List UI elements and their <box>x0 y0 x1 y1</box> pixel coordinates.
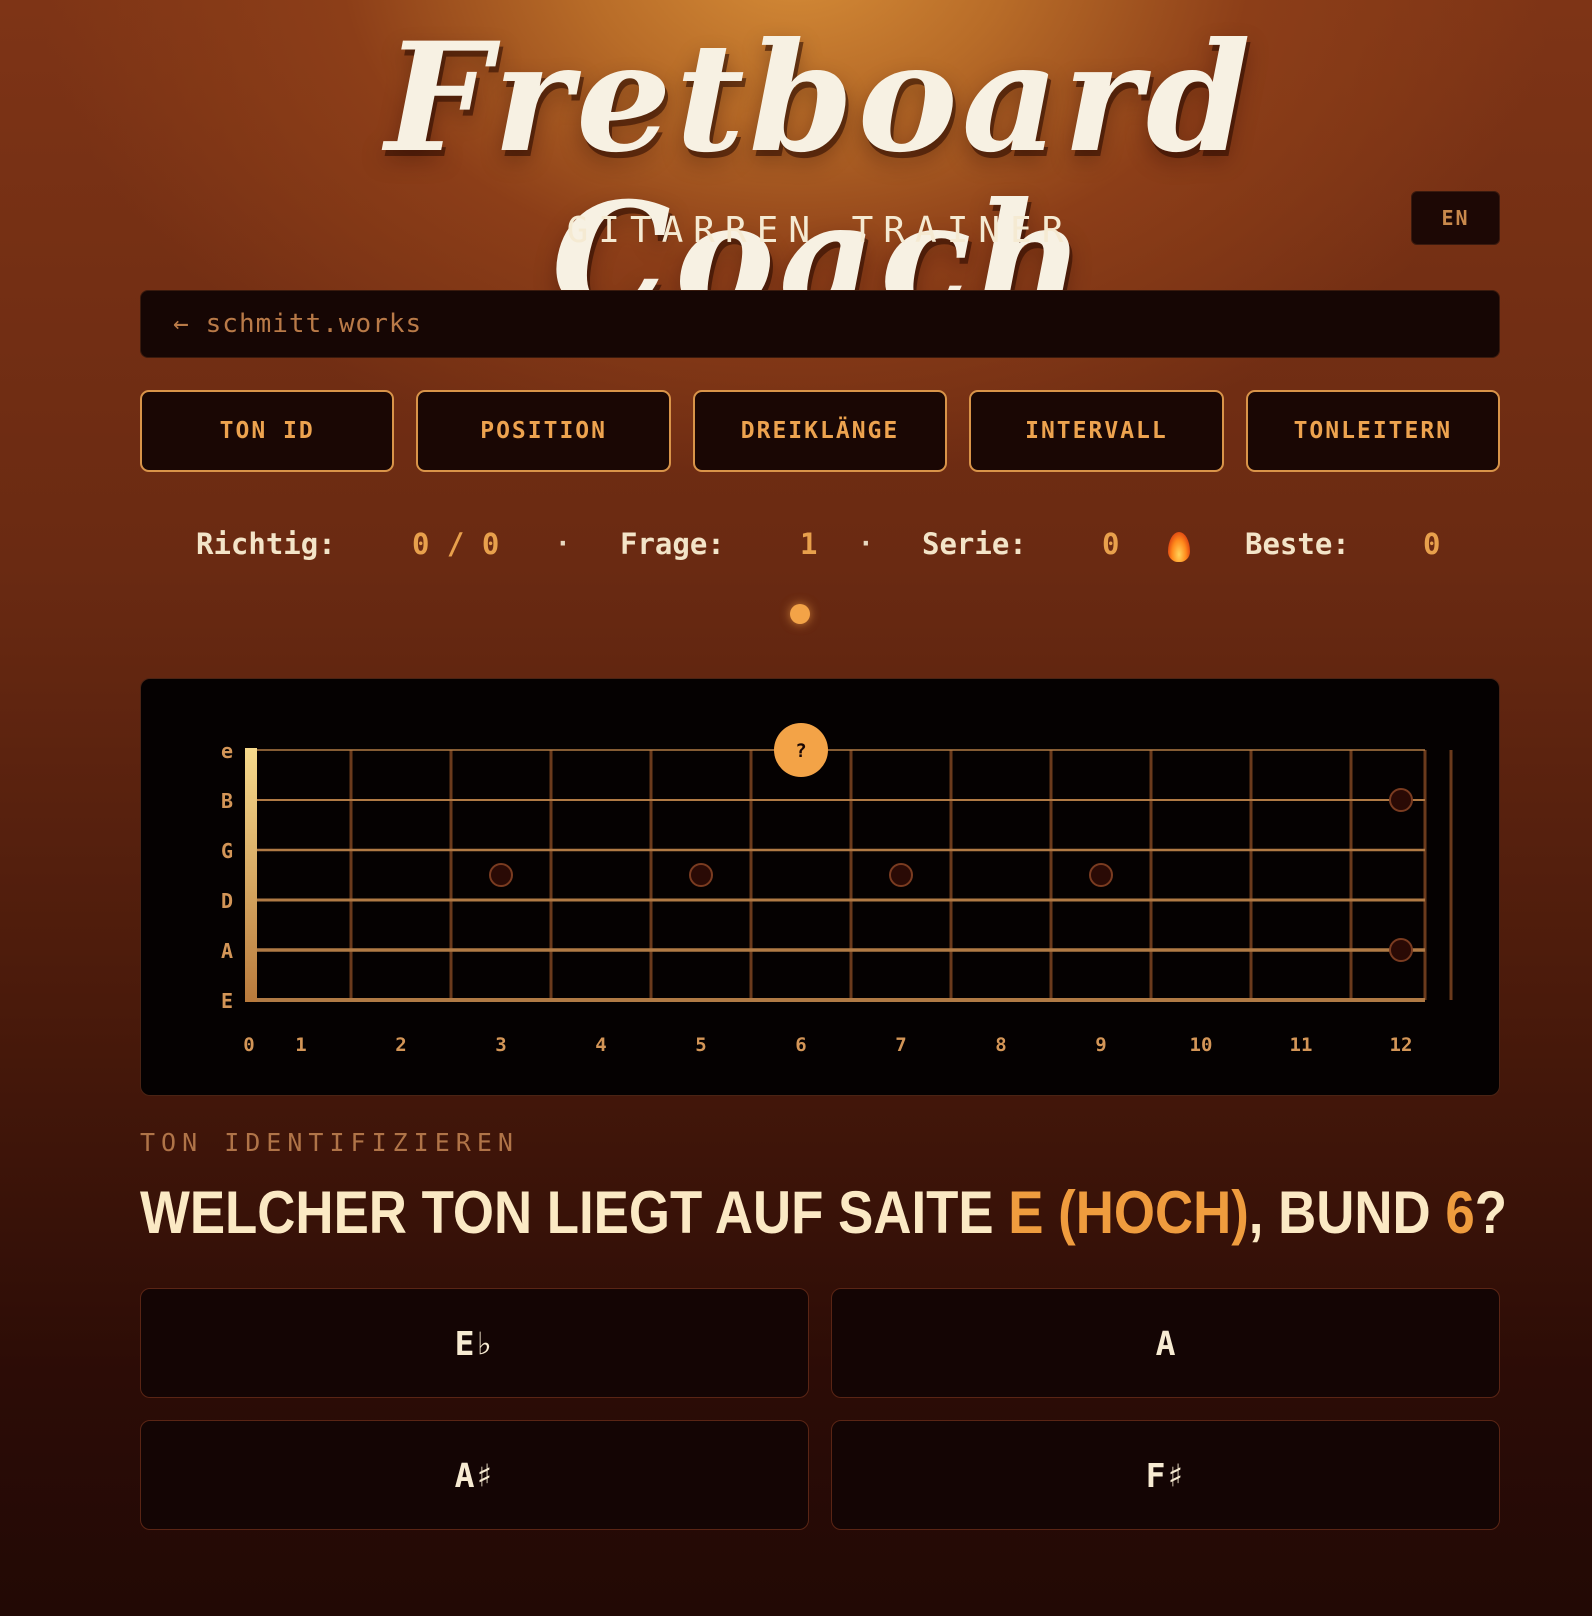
fret-number: 4 <box>595 1034 606 1056</box>
progress-indicator <box>790 604 810 624</box>
question-text: WELCHER TON LIEGT AUF SAITE E (HOCH), BU… <box>140 1178 1507 1248</box>
best-value: 0 <box>1423 527 1441 561</box>
tab-dreiklaenge[interactable]: DREIKLÄNGE <box>692 390 948 472</box>
streak-label: Serie: <box>922 527 1027 561</box>
arrow-left-icon: ← <box>173 309 190 339</box>
string-label: D <box>221 889 233 913</box>
fret-number: 3 <box>495 1034 506 1056</box>
tab-position[interactable]: POSITION <box>416 390 671 472</box>
fret-inlay <box>1089 863 1113 887</box>
fret-number: 2 <box>395 1034 406 1056</box>
tab-ton-id[interactable]: TON ID <box>140 390 395 472</box>
fret-number: 1 <box>295 1034 306 1056</box>
string-label: A <box>221 939 233 963</box>
answer-button[interactable]: E♭ <box>140 1288 809 1398</box>
stats-bar: Richtig: 0 / 0 · Frage: 1 · Serie: 0 Bes… <box>140 520 1500 572</box>
section-label: TON IDENTIFIZIEREN <box>140 1128 519 1157</box>
string-label: G <box>221 839 233 863</box>
fret-number: 9 <box>1095 1034 1106 1056</box>
separator: · <box>858 529 874 559</box>
streak-value: 0 <box>1102 527 1120 561</box>
question-middle: , BUND <box>1248 1179 1446 1246</box>
tab-intervall[interactable]: INTERVALL <box>969 390 1224 472</box>
question-value: 1 <box>800 527 818 561</box>
flame-icon <box>1168 532 1190 562</box>
question-fret: 6 <box>1445 1179 1475 1246</box>
back-link-label: schmitt.works <box>205 309 423 339</box>
fret-inlay <box>489 863 513 887</box>
answer-button[interactable]: A♯ <box>140 1420 809 1530</box>
tab-tonleitern[interactable]: TONLEITERN <box>1245 390 1501 472</box>
correct-value: 0 / 0 <box>412 527 500 561</box>
nut <box>245 748 257 1002</box>
fret-number: 10 <box>1190 1034 1213 1056</box>
fret-number: 0 <box>243 1034 254 1056</box>
fret-inlay <box>689 863 713 887</box>
fret-inlay <box>889 863 913 887</box>
fret-inlay <box>1389 788 1413 812</box>
app-root: Fretboard Coach EN GITARREN TRAINER ← sc… <box>140 0 1507 1616</box>
fretboard-diagram: eBGDAE?0 1 2 3 4 5 6 7 8 9 10 11 12 <box>221 723 1453 1056</box>
string-label: E <box>221 989 233 1013</box>
answer-grid: E♭ A A♯ F♯ <box>140 1288 1500 1530</box>
question-prefix: WELCHER TON LIEGT AUF SAITE <box>140 1179 1009 1246</box>
fret-number: 11 <box>1290 1034 1313 1056</box>
answer-button[interactable]: A <box>831 1288 1500 1398</box>
separator: · <box>555 529 571 559</box>
note-marker-label: ? <box>795 740 806 762</box>
fret-number: 5 <box>695 1034 706 1056</box>
fret-number: 6 <box>795 1034 806 1056</box>
fret-number: 12 <box>1390 1034 1413 1056</box>
app-subtitle: GITARREN TRAINER <box>566 210 1074 251</box>
best-label: Beste: <box>1245 527 1350 561</box>
question-string: E (HOCH) <box>1008 1179 1249 1246</box>
answer-button[interactable]: F♯ <box>831 1420 1500 1530</box>
fretboard: e B G D A E? 0 1 2 3 4 5 6 7 8 9 10 11 12 <box>140 678 1500 1096</box>
question-suffix: ? <box>1474 1179 1507 1246</box>
correct-label: Richtig: <box>196 527 336 561</box>
fret-inlay <box>1389 938 1413 962</box>
string-label: e <box>221 739 233 763</box>
string-label: B <box>221 789 233 813</box>
back-link[interactable]: ← schmitt.works <box>140 290 1500 358</box>
question-label: Frage: <box>620 527 725 561</box>
mode-tabs: TON ID POSITION DREIKLÄNGE INTERVALL TON… <box>140 390 1501 472</box>
fret-number: 7 <box>895 1034 906 1056</box>
fret-number: 8 <box>995 1034 1006 1056</box>
